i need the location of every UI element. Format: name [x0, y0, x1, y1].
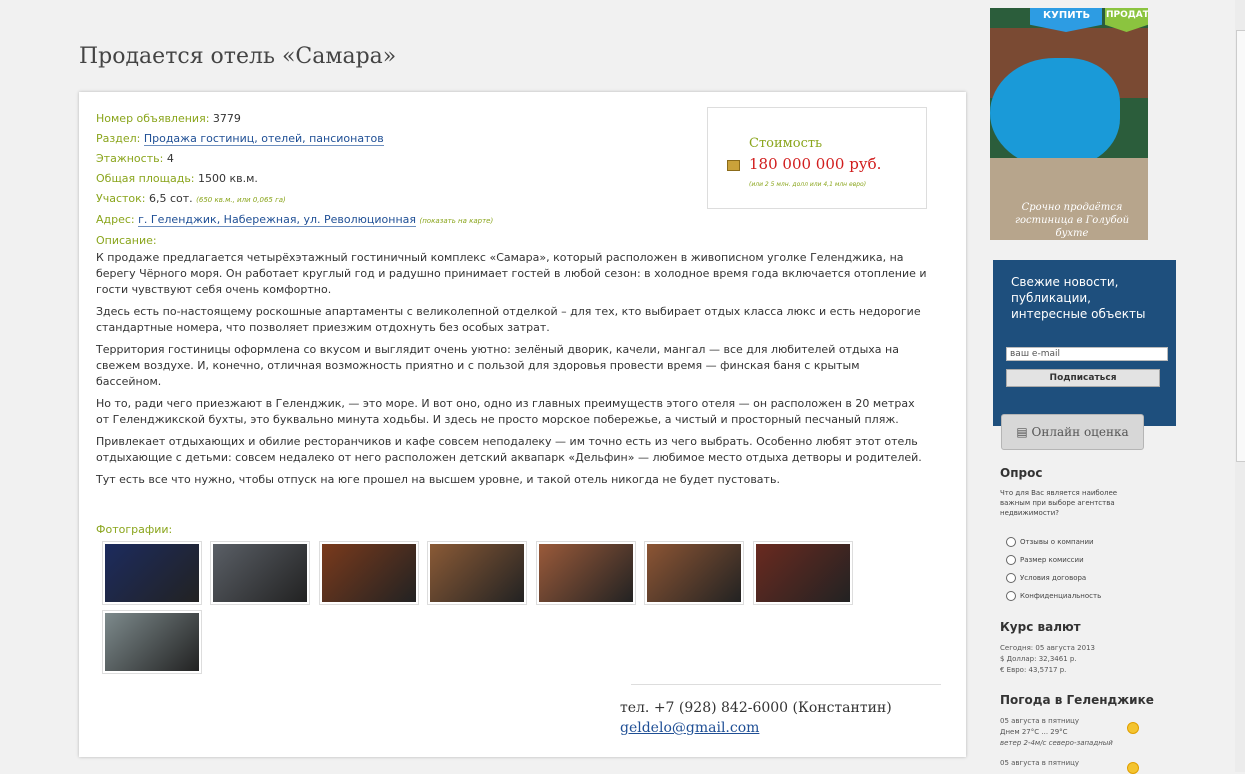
poll-option-label: Условия договора	[1020, 574, 1087, 582]
online-evaluation-button[interactable]: ▤ Онлайн оценка	[1001, 414, 1144, 450]
price-label: Стоимость	[749, 136, 823, 151]
weather-title: Погода в Геленджике	[1000, 693, 1154, 707]
plot-label: Участок:	[96, 192, 146, 205]
listing-fields: Номер объявления: 3779 Раздел: Продажа г…	[96, 109, 696, 251]
price-converted: (или 2 5 млн. долл или 4,1 млн евро)	[749, 181, 867, 188]
photo-thumbnail[interactable]	[102, 541, 202, 605]
calculator-icon: ▤	[1016, 425, 1032, 439]
description-paragraph: Здесь есть по-настоящему роскошные апарт…	[96, 305, 921, 334]
photo-image	[105, 544, 199, 602]
photo-thumbnail[interactable]	[210, 541, 310, 605]
description-text: К продаже предлагается четырёхэтажный го…	[96, 250, 928, 494]
price-box: Стоимость 180 000 000 руб. (или 2 5 млн.…	[707, 107, 927, 209]
section-label: Раздел:	[96, 132, 141, 145]
area-label: Общая площадь:	[96, 172, 195, 185]
poll-option-label: Размер комиссии	[1020, 556, 1084, 564]
poll-option[interactable]: Отзывы о компании	[1006, 537, 1094, 547]
photo-image	[756, 544, 850, 602]
photo-thumbnail[interactable]	[536, 541, 636, 605]
description-paragraph: Но то, ради чего приезжают в Геленджик, …	[96, 397, 915, 426]
weather-day2-date: 05 августа в пятницу	[1000, 759, 1080, 767]
photo-thumbnail[interactable]	[427, 541, 527, 605]
section-link[interactable]: Продажа гостиниц, отелей, пансионатов	[143, 132, 384, 146]
newsletter-text: Свежие новости, публикации, интересные о…	[1011, 275, 1146, 321]
floors-label: Этажность:	[96, 152, 164, 165]
currency-title: Курс валют	[1000, 620, 1081, 634]
price-value: 180 000 000 руб.	[749, 155, 882, 173]
contact-phone: тел. +7 (928) 842-6000 (Константин)	[620, 700, 892, 716]
scrollbar-thumb[interactable]	[1236, 30, 1245, 462]
poll-option[interactable]: Условия договора	[1006, 573, 1086, 583]
online-evaluation-label: Онлайн оценка	[1031, 425, 1129, 439]
contact-divider	[631, 684, 941, 685]
currency-usd: $ Доллар: 32,3461 р.	[1000, 655, 1077, 663]
sun-icon	[1127, 762, 1139, 774]
sun-icon	[1127, 722, 1139, 734]
listing-card: Номер объявления: 3779 Раздел: Продажа г…	[79, 92, 966, 757]
sell-tab-label: ПРОДАТЬ	[1106, 10, 1148, 20]
poll-option[interactable]: Конфиденциальность	[1006, 591, 1101, 601]
radio-button[interactable]	[1006, 573, 1016, 583]
address-row: Адрес: г. Геленджик, Набережная, ул. Рев…	[96, 210, 696, 231]
photo-thumbnail[interactable]	[753, 541, 853, 605]
contact-email-link[interactable]: geldelo@gmail.com	[620, 720, 759, 736]
currency-eur: € Евро: 43,5717 р.	[1000, 666, 1067, 674]
floors-value: 4	[166, 152, 174, 165]
listing-number-value: 3779	[212, 112, 241, 125]
description-paragraph: Тут есть все что нужно, чтобы отпуск на …	[96, 473, 780, 486]
address-label: Адрес:	[96, 213, 135, 226]
banner-caption: Срочно продаётся гостиница в Голубой бух…	[1014, 202, 1130, 239]
weather-day1-wind: ветер 2-4м/с северо-западный	[1000, 739, 1113, 747]
poll-option-label: Конфиденциальность	[1020, 592, 1102, 600]
newsletter-box: Свежие новости, публикации, интересные о…	[993, 260, 1176, 426]
show-on-map-link[interactable]: (показать на карте)	[420, 217, 494, 225]
photo-image	[322, 544, 416, 602]
money-icon	[727, 160, 740, 171]
radio-button[interactable]	[1006, 537, 1016, 547]
photo-image	[430, 544, 524, 602]
radio-button[interactable]	[1006, 591, 1016, 601]
currency-date: Сегодня: 05 августа 2013	[1000, 644, 1095, 652]
description-label: Описание:	[96, 234, 157, 247]
plot-row: Участок: 6,5 сот. (650 кв.м., или 0,065 …	[96, 189, 696, 210]
weather-day1-date: 05 августа в пятницу	[1000, 717, 1080, 725]
weather-day1-temp: Днем 27°С ... 29°С	[1000, 728, 1068, 736]
poll-option[interactable]: Размер комиссии	[1006, 555, 1084, 565]
page-title: Продается отель «Самара»	[79, 44, 397, 69]
listing-number-label: Номер объявления:	[96, 112, 210, 125]
description-paragraph: К продаже предлагается четырёхэтажный го…	[96, 251, 927, 296]
buy-tab-label: КУПИТЬ	[1043, 10, 1091, 21]
poll-title: Опрос	[1000, 466, 1043, 480]
photo-image	[213, 544, 307, 602]
subscribe-button[interactable]: Подписаться	[1006, 369, 1160, 387]
area-row: Общая площадь: 1500 кв.м.	[96, 169, 696, 189]
plot-value: 6,5 сот.	[148, 192, 193, 205]
photo-thumbnail[interactable]	[319, 541, 419, 605]
floors-row: Этажность: 4	[96, 149, 696, 169]
radio-button[interactable]	[1006, 555, 1016, 565]
plot-note: (650 кв.м., или 0,065 га)	[196, 196, 286, 204]
photo-thumbnail[interactable]	[102, 610, 202, 674]
poll-question: Что для Вас является наиболее важным при…	[1000, 489, 1118, 517]
section-row: Раздел: Продажа гостиниц, отелей, пансио…	[96, 129, 696, 149]
listing-number-row: Номер объявления: 3779	[96, 109, 696, 129]
description-paragraph: Привлекает отдыхающих и обилие ресторанч…	[96, 435, 922, 464]
photos-label: Фотографии:	[96, 523, 173, 536]
photo-image	[539, 544, 633, 602]
photo-thumbnail[interactable]	[644, 541, 744, 605]
poll-option-label: Отзывы о компании	[1020, 538, 1094, 546]
photo-image	[105, 613, 199, 671]
address-link[interactable]: г. Геленджик, Набережная, ул. Революцион…	[138, 213, 416, 227]
area-value: 1500 кв.м.	[198, 172, 258, 185]
banner-pool	[990, 58, 1120, 168]
newsletter-email-input[interactable]	[1006, 347, 1168, 361]
photo-image	[647, 544, 741, 602]
description-paragraph: Территория гостиницы оформлена со вкусом…	[96, 343, 899, 388]
promo-banner[interactable]: КУПИТЬ ПРОДАТЬ Срочно продаётся гостиниц…	[990, 8, 1148, 240]
